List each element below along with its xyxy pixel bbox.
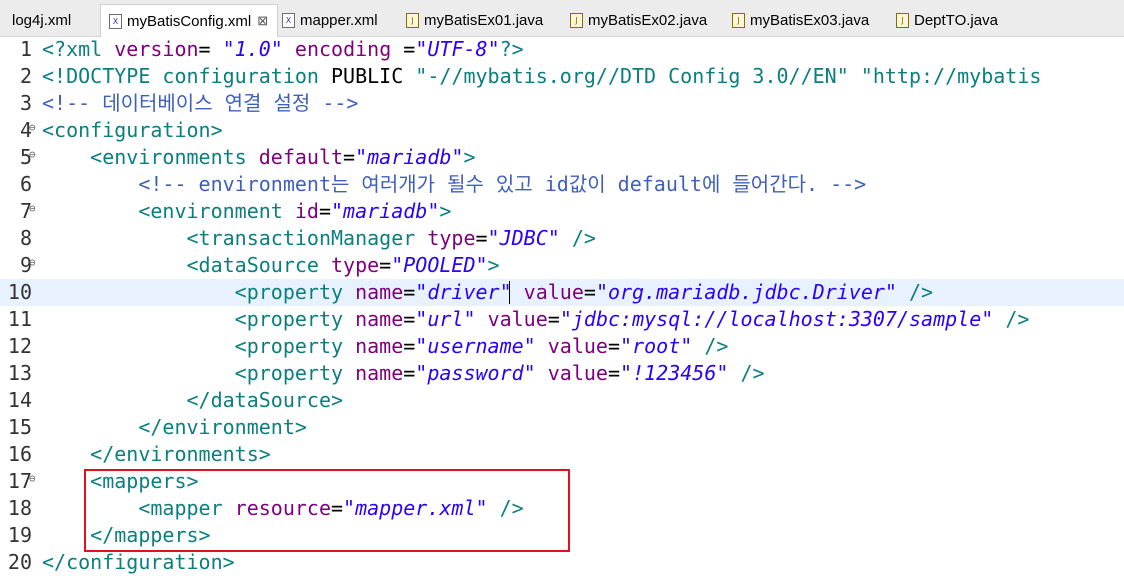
fold-toggle-icon[interactable]: ⊖ [29, 252, 36, 274]
code-line[interactable]: 6 <!-- environment는 여러개가 될수 있고 id값이 defa… [0, 171, 1124, 198]
code-line[interactable]: 14 </dataSource> [0, 387, 1124, 414]
code-line[interactable]: 1 <?xml version= "1.0" encoding ="UTF-8"?… [0, 36, 1124, 63]
line-number: 16 [7, 442, 32, 466]
code-line[interactable]: 7 ⊖ <environment id="mariadb"> [0, 198, 1124, 225]
line-number: 7 [19, 199, 32, 223]
code-text: </configuration> [42, 550, 235, 574]
code-line[interactable]: 3 <!-- 데이터베이스 연결 설정 --> [0, 90, 1124, 117]
xml-file-icon: X [282, 12, 295, 28]
tab-label: DeptTO.java [914, 11, 998, 29]
line-number: 10 [7, 280, 32, 304]
tab-label: mapper.xml [300, 11, 378, 29]
tab-mybatisconfig-xml[interactable]: XmyBatisConfig.xml ⊠ [100, 4, 278, 37]
tab-label: myBatisEx01.java [424, 11, 544, 29]
code-text: <property name="password" value="!123456… [234, 361, 765, 385]
line-number: 8 [19, 226, 32, 250]
code-text: </dataSource> [186, 388, 344, 412]
line-number: 14 [7, 388, 32, 412]
code-text: <environment id="mariadb"> [138, 199, 452, 223]
line-number: 20 [7, 550, 32, 574]
xml-file-icon: X [109, 13, 122, 29]
code-text: <!-- environment는 여러개가 될수 있고 id값이 defaul… [138, 172, 867, 196]
tab-label: log4j.xml [12, 11, 72, 29]
tab-mybatisex03-java[interactable]: JmyBatisEx03.java [724, 4, 890, 36]
line-number: 18 [7, 496, 32, 520]
java-file-icon: J [732, 12, 745, 28]
line-number: 11 [7, 307, 32, 331]
line-number: 2 [19, 64, 32, 88]
code-text: <property name="driver" value="org.maria… [234, 280, 934, 304]
code-text: <?xml version= "1.0" encoding ="UTF-8"?> [42, 37, 524, 61]
code-line[interactable]: 15 </environment> [0, 414, 1124, 441]
tab-mybatisex02-java[interactable]: JmyBatisEx02.java [562, 4, 728, 36]
code-text: <configuration> [42, 118, 223, 142]
code-line[interactable]: 16 </environments> [0, 441, 1124, 468]
tab-label: myBatisConfig.xml [127, 12, 252, 30]
line-number: 5 [19, 145, 32, 169]
code-text: <dataSource type="POOLED"> [186, 253, 500, 277]
line-number: 17 [7, 469, 32, 493]
code-line[interactable]: 10 <property name="driver" value="org.ma… [0, 279, 1124, 306]
code-line[interactable]: 20 </configuration> [0, 549, 1124, 576]
line-number: 9 [19, 253, 32, 277]
fold-toggle-icon[interactable]: ⊖ [29, 117, 36, 139]
fold-toggle-icon[interactable]: ⊖ [29, 468, 36, 490]
code-line[interactable]: 12 <property name="username" value="root… [0, 333, 1124, 360]
fold-toggle-icon[interactable]: ⊖ [29, 144, 36, 166]
tab-mapper-xml[interactable]: Xmapper.xml [274, 4, 400, 36]
line-number: 19 [7, 523, 32, 547]
code-text: <!DOCTYPE configuration PUBLIC "-//mybat… [42, 64, 1042, 88]
line-number: 4 [19, 118, 32, 142]
editor-tab-bar: log4j.xml XmyBatisConfig.xml ⊠ Xmapper.xml J… [0, 0, 1124, 37]
code-text: </environment> [138, 415, 307, 439]
code-line[interactable]: 13 <property name="password" value="!123… [0, 360, 1124, 387]
code-text: <property name="url" value="jdbc:mysql:/… [234, 307, 1030, 331]
code-line[interactable]: 4 ⊖ <configuration> [0, 117, 1124, 144]
code-text: <transactionManager type="JDBC" /> [186, 226, 596, 250]
java-file-icon: J [570, 12, 583, 28]
line-number: 1 [19, 37, 32, 61]
java-file-icon: J [896, 12, 909, 28]
code-line[interactable]: 5 ⊖ <environments default="mariadb"> [0, 144, 1124, 171]
code-line[interactable]: 8 <transactionManager type="JDBC" /> [0, 225, 1124, 252]
line-number: 12 [7, 334, 32, 358]
code-line[interactable]: 9 ⊖ <dataSource type="POOLED"> [0, 252, 1124, 279]
code-line[interactable]: 11 <property name="url" value="jdbc:mysq… [0, 306, 1124, 333]
tab-log4j-xml[interactable]: log4j.xml [4, 4, 106, 36]
text-cursor [509, 281, 510, 304]
code-text: <property name="username" value="root" /… [234, 334, 729, 358]
fold-toggle-icon[interactable]: ⊖ [29, 198, 36, 220]
mappers-highlight-box [84, 469, 570, 552]
tab-mybatisex01-java[interactable]: JmyBatisEx01.java [398, 4, 564, 36]
tab-label: myBatisEx02.java [588, 11, 708, 29]
close-tab-icon[interactable]: ⊠ [257, 13, 268, 29]
line-number: 3 [19, 91, 32, 115]
code-text: <environments default="mariadb"> [90, 145, 476, 169]
code-text: </environments> [90, 442, 271, 466]
tab-deptto-java[interactable]: J DeptTO.java [888, 4, 1006, 36]
line-number: 15 [7, 415, 32, 439]
code-line[interactable]: 2 <!DOCTYPE configuration PUBLIC "-//myba… [0, 63, 1124, 90]
line-number: 13 [7, 361, 32, 385]
tab-label: myBatisEx03.java [750, 11, 870, 29]
java-file-icon: J [406, 12, 419, 28]
line-number: 6 [19, 172, 32, 196]
code-text: <!-- 데이터베이스 연결 설정 --> [42, 91, 359, 115]
